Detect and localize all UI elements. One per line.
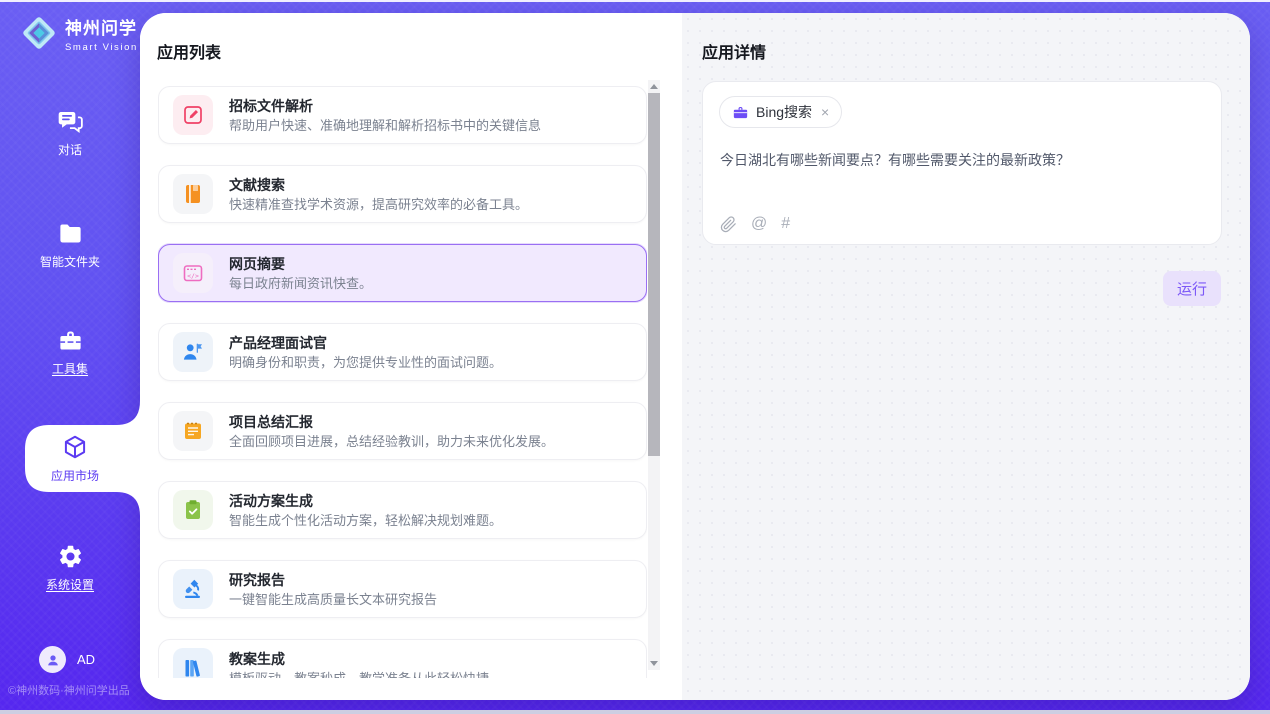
user-initials: AD: [77, 652, 95, 667]
app-card-event-plan[interactable]: 活动方案生成 智能生成个性化活动方案，轻松解决规划难题。: [158, 481, 647, 539]
app-list-panel: 应用列表 招标文件解析 帮助用户快速、准确地理解和解析招标书中的关键信息: [140, 13, 682, 700]
scrollbar-thumb[interactable]: [648, 93, 660, 456]
app-card-desc: 一键智能生成高质量长文本研究报告: [229, 592, 437, 607]
sidebar-item-toolset[interactable]: 工具集: [0, 327, 140, 377]
pen-square-icon: [173, 95, 213, 135]
main-content: 应用列表 招标文件解析 帮助用户快速、准确地理解和解析招标书中的关键信息: [140, 13, 1250, 700]
gem-diamond-icon: [20, 14, 58, 52]
sidebar-item-smart-folders[interactable]: 智能文件夹: [0, 220, 140, 270]
app-card-name: 文献搜索: [229, 177, 528, 193]
app-card-desc: 模板驱动，教案秒成，教学准备从此轻松快捷: [229, 671, 489, 679]
app-card-name: 活动方案生成: [229, 493, 502, 509]
app-card-project-summary[interactable]: 项目总结汇报 全面回顾项目进展，总结经验教训，助力未来优化发展。: [158, 402, 647, 460]
copyright-footer: ©神州数码·神州问学出品: [8, 682, 130, 698]
avatar[interactable]: [39, 646, 66, 673]
sidebar-item-settings[interactable]: 系统设置: [0, 543, 140, 593]
bottom-edge-strip: [0, 710, 1270, 714]
run-button[interactable]: 运行: [1163, 271, 1221, 306]
toolbox-icon: [57, 327, 84, 354]
composer-toolbar: @ #: [720, 215, 790, 233]
note-icon: [173, 411, 213, 451]
app-list-scroll-area[interactable]: 招标文件解析 帮助用户快速、准确地理解和解析招标书中的关键信息 文献搜索 快速精…: [158, 86, 647, 678]
app-card-bid-parse[interactable]: 招标文件解析 帮助用户快速、准确地理解和解析招标书中的关键信息: [158, 86, 647, 144]
app-card-desc: 智能生成个性化活动方案，轻松解决规划难题。: [229, 513, 502, 528]
brand-name: 神州问学: [65, 14, 138, 39]
app-card-desc: 明确身份和职责，为您提供专业性的面试问题。: [229, 355, 502, 370]
scroll-down-button[interactable]: [648, 657, 660, 670]
vertical-scrollbar[interactable]: [648, 80, 660, 670]
topic-hash-icon[interactable]: #: [781, 215, 790, 233]
app-card-desc: 每日政府新闻资讯快查。: [229, 276, 372, 291]
app-card-pm-interviewer[interactable]: 产品经理面试官 明确身份和职责，为您提供专业性的面试问题。: [158, 323, 647, 381]
app-card-research-report[interactable]: 研究报告 一键智能生成高质量长文本研究报告: [158, 560, 647, 618]
app-window: 应用列表 招标文件解析 帮助用户快速、准确地理解和解析招标书中的关键信息: [0, 0, 1270, 714]
app-card-name: 招标文件解析: [229, 98, 541, 114]
app-list-title: 应用列表: [157, 39, 221, 63]
app-detail-title: 应用详情: [702, 39, 766, 63]
briefcase-icon: [732, 104, 749, 121]
chat-bubbles-icon: [57, 108, 84, 135]
clipboard-check-icon: [173, 490, 213, 530]
paperclip-icon[interactable]: [720, 216, 737, 233]
app-card-desc: 快速精准查找学术资源，提高研究效率的必备工具。: [229, 197, 528, 212]
brand-tagline: Smart Vision: [65, 42, 138, 53]
tool-chip-label: Bing搜索: [756, 102, 812, 122]
sidebar-item-label: 智能文件夹: [40, 253, 100, 270]
app-card-desc: 全面回顾项目进展，总结经验教训，助力未来优化发展。: [229, 434, 554, 449]
tool-chip-bing-search[interactable]: Bing搜索 ×: [719, 96, 842, 128]
folder-icon: [57, 220, 84, 247]
app-card-web-summary[interactable]: </> 网页摘要 每日政府新闻资讯快查。: [158, 244, 647, 302]
scroll-up-icon: [650, 84, 658, 89]
user-account[interactable]: AD: [39, 646, 95, 673]
book-icon: [173, 174, 213, 214]
app-card-literature-search[interactable]: 文献搜索 快速精准查找学术资源，提高研究效率的必备工具。: [158, 165, 647, 223]
brand-logo: 神州问学 Smart Vision: [20, 14, 138, 53]
mention-icon[interactable]: @: [751, 215, 767, 233]
person-icon: [45, 652, 61, 668]
books-icon: [173, 648, 213, 678]
cube-icon: [61, 433, 89, 461]
sidebar-item-label: 系统设置: [46, 576, 94, 593]
svg-text:</>: </>: [187, 272, 199, 280]
scroll-down-icon: [650, 661, 658, 666]
interviewer-icon: [173, 332, 213, 372]
sidebar-item-label: 对话: [58, 141, 82, 158]
app-detail-panel: 应用详情 Bing搜索 × 今日湖北有哪些新闻要点？有哪些需要关注的最新政策？ …: [682, 13, 1250, 700]
browser-code-icon: </>: [173, 253, 213, 293]
app-card-name: 产品经理面试官: [229, 335, 502, 351]
app-card-name: 网页摘要: [229, 256, 372, 272]
sidebar-item-label: 应用市场: [51, 467, 99, 484]
app-card-desc: 帮助用户快速、准确地理解和解析招标书中的关键信息: [229, 118, 541, 133]
chip-close-icon[interactable]: ×: [821, 105, 829, 119]
gear-icon: [57, 543, 84, 570]
app-card-name: 项目总结汇报: [229, 414, 554, 430]
scroll-up-button[interactable]: [648, 80, 660, 93]
sidebar-item-label: 工具集: [52, 360, 88, 377]
sidebar-item-app-market[interactable]: 应用市场: [25, 433, 125, 484]
prompt-composer[interactable]: Bing搜索 × 今日湖北有哪些新闻要点？有哪些需要关注的最新政策？ @ #: [702, 81, 1222, 245]
prompt-text[interactable]: 今日湖北有哪些新闻要点？有哪些需要关注的最新政策？: [720, 151, 1206, 170]
app-card-name: 教案生成: [229, 651, 489, 667]
top-edge-line: [0, 0, 1270, 2]
app-card-lesson-plan[interactable]: 教案生成 模板驱动，教案秒成，教学准备从此轻松快捷: [158, 639, 647, 678]
sidebar: 神州问学 Smart Vision 对话 智能文件夹 工具集: [0, 0, 140, 714]
app-card-name: 研究报告: [229, 572, 437, 588]
microscope-icon: [173, 569, 213, 609]
sidebar-item-chat[interactable]: 对话: [0, 108, 140, 158]
